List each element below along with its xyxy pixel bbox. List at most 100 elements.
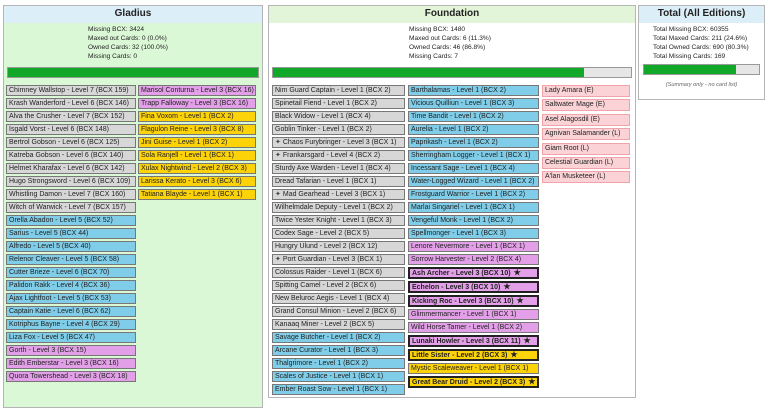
card-item[interactable]: Cutter Brieze - Level 6 (BCX 70) xyxy=(6,267,136,278)
card-item[interactable]: Frostguard Warrior - Level 1 (BCX 2) xyxy=(408,189,539,200)
missing-card-item[interactable]: Giam Root (L) xyxy=(542,142,630,155)
card-item[interactable]: Ajax Lightfoot - Level 5 (BCX 53) xyxy=(6,293,136,304)
gladius-card-column-1: Chimney Wallstop - Level 7 (BCX 159) Kras… xyxy=(6,85,136,384)
card-item[interactable]: Gorth - Level 3 (BCX 15) xyxy=(6,345,136,356)
card-item[interactable]: Hungry Ulund - Level 2 (BCX 12) xyxy=(272,241,405,252)
card-item[interactable]: Kotriphus Bayne - Level 4 (BCX 29) xyxy=(6,319,136,330)
card-item[interactable]: Katreba Gobson - Level 6 (BCX 140) xyxy=(6,150,136,161)
card-item[interactable]: Krash Wanderford - Level 6 (BCX 146) xyxy=(6,98,136,109)
card-label: Wild Horse Tamer - Level 1 (BCX 2) xyxy=(411,324,523,331)
card-item[interactable]: Arcane Curator - Level 1 (BCX 3) xyxy=(272,345,405,356)
card-item[interactable]: Sturdy Axe Warden - Level 1 (BCX 4) xyxy=(272,163,405,174)
foundation-card-column-2: Barthalamas - Level 1 (BCX 2) Vicious Qui… xyxy=(408,85,539,390)
card-item[interactable]: Grand Consul Minion - Level 2 (BCX 6) xyxy=(272,306,405,317)
card-item[interactable]: Marlai Singariel - Level 1 (BCX 1) xyxy=(408,202,539,213)
card-item[interactable]: Black Widow - Level 1 (BCX 4) xyxy=(272,111,405,122)
card-item[interactable]: Wilhelmdale Deputy - Level 1 (BCX 2) xyxy=(272,202,405,213)
gladius-title: Gladius xyxy=(4,6,262,23)
card-item[interactable]: Alva the Crusher - Level 7 (BCX 152) xyxy=(6,111,136,122)
card-item[interactable]: Captain Katie - Level 6 (BCX 62) xyxy=(6,306,136,317)
card-item[interactable]: Great Bear Druid - Level 2 (BCX 3) ★ xyxy=(408,376,539,388)
card-item[interactable]: ✦ Frankarsgard - Level 4 (BCX 2) xyxy=(272,150,405,161)
card-item[interactable]: Whistling Damon - Level 7 (BCX 160) xyxy=(6,189,136,200)
card-item[interactable]: Savage Butcher - Level 1 (BCX 2) xyxy=(272,332,405,343)
card-item[interactable]: Codex Sage - Level 2 (BCX 5) xyxy=(272,228,405,239)
card-item[interactable]: Spellmonger - Level 1 (BCX 3) xyxy=(408,228,539,239)
missing-card-item[interactable]: Asel Alagosdil (E) xyxy=(542,113,630,126)
card-item[interactable]: Glimmermancer - Level 1 (BCX 1) xyxy=(408,309,539,320)
card-item[interactable]: Little Sister - Level 2 (BCX 3) ★ xyxy=(408,349,539,361)
card-item[interactable]: Palidon Rakk - Level 4 (BCX 36) xyxy=(6,280,136,291)
card-item[interactable]: Incessant Sage - Level 1 (BCX 4) xyxy=(408,163,539,174)
card-item[interactable]: Kanaaq Miner - Level 2 (BCX 5) xyxy=(272,319,405,330)
card-item[interactable]: Alfredo - Level 5 (BCX 40) xyxy=(6,241,136,252)
card-item[interactable]: Bertrol Gobson - Level 6 (BCX 125) xyxy=(6,137,136,148)
card-item[interactable]: Vicious Quilliun - Level 1 (BCX 3) xyxy=(408,98,539,109)
card-label: Paprikash - Level 1 (BCX 2) xyxy=(411,139,498,146)
card-item[interactable]: Echelon - Level 3 (BCX 10) ★ xyxy=(408,281,539,293)
card-item[interactable]: Paprikash - Level 1 (BCX 2) xyxy=(408,137,539,148)
card-item[interactable]: Vengeful Monk - Level 1 (BCX 2) xyxy=(408,215,539,226)
card-item[interactable]: Hugo Strongsword - Level 6 (BCX 109) xyxy=(6,176,136,187)
card-item[interactable]: ✦ Chaos Furybringer - Level 3 (BCX 1) xyxy=(272,137,405,148)
card-item[interactable]: Nim Guard Captain - Level 1 (BCX 2) xyxy=(272,85,405,96)
gladius-progress-bar xyxy=(7,67,259,78)
card-item[interactable]: Fina Voxom - Level 1 (BCX 2) xyxy=(138,111,256,122)
card-item[interactable]: Ember Roast Sow - Level 1 (BCX 1) xyxy=(272,384,405,395)
card-item[interactable]: ✦ Port Guardian - Level 3 (BCX 1) xyxy=(272,254,405,265)
card-label: Relenor Cleaver - Level 5 (BCX 58) xyxy=(9,256,120,263)
missing-card-item[interactable]: Celestial Guardian (L) xyxy=(542,156,630,169)
card-item[interactable]: Spinetail Fiend - Level 1 (BCX 2) xyxy=(272,98,405,109)
card-label: Fina Voxom - Level 1 (BCX 2) xyxy=(141,113,234,120)
total-panel: Total (All Editions) Total Missing BCX: … xyxy=(638,5,765,100)
card-item[interactable]: Quora Towershead - Level 3 (BCX 18) xyxy=(6,371,136,382)
missing-card-item[interactable]: Saltwater Mage (E) xyxy=(542,99,630,112)
card-item[interactable]: Goblin Tinker - Level 1 (BCX 2) xyxy=(272,124,405,135)
card-item[interactable]: Twice Yester Knight - Level 1 (BCX 3) xyxy=(272,215,405,226)
card-item[interactable]: Lenore Nevermore - Level 1 (BCX 1) xyxy=(408,241,539,252)
card-item[interactable]: Helmet Kharafax - Level 6 (BCX 142) xyxy=(6,163,136,174)
card-item[interactable]: Tatiana Blayde - Level 1 (BCX 1) xyxy=(138,189,256,200)
card-item[interactable]: Trapp Falloway - Level 3 (BCX 16) xyxy=(138,98,256,109)
card-item[interactable]: Ash Archer - Level 3 (BCX 10) ★ xyxy=(408,267,539,279)
missing-card-item[interactable]: A'lan Musketeer (L) xyxy=(542,171,630,184)
card-item[interactable]: Thalgrimore - Level 1 (BCX 2) xyxy=(272,358,405,369)
card-item[interactable]: Sorrow Harvester - Level 2 (BCX 4) xyxy=(408,254,539,265)
card-item[interactable]: Larissa Kerato - Level 3 (BCX 6) xyxy=(138,176,256,187)
card-label: Incessant Sage - Level 1 (BCX 4) xyxy=(411,165,515,172)
card-item[interactable]: Flagulon Reine - Level 3 (BCX 8) xyxy=(138,124,256,135)
card-item[interactable]: Aurelia - Level 1 (BCX 2) xyxy=(408,124,539,135)
card-item[interactable]: Dread Tafarian - Level 1 (BCX 1) xyxy=(272,176,405,187)
card-item[interactable]: Colossus Raider - Level 1 (BCX 6) xyxy=(272,267,405,278)
card-label: Alfredo - Level 5 (BCX 40) xyxy=(9,243,91,250)
card-item[interactable]: Barthalamas - Level 1 (BCX 2) xyxy=(408,85,539,96)
card-item[interactable]: Mystic Scaleweaver - Level 1 (BCX 1) xyxy=(408,363,539,374)
missing-card-item[interactable]: Lady Amara (E) xyxy=(542,85,630,97)
card-item[interactable]: Water-Logged Wizard - Level 1 (BCX 2) xyxy=(408,176,539,187)
card-item[interactable]: Xulax Nightwind - Level 2 (BCX 3) xyxy=(138,163,256,174)
card-item[interactable]: Spitting Camel - Level 2 (BCX 6) xyxy=(272,280,405,291)
card-item[interactable]: Witch of Warwick - Level 7 (BCX 157) xyxy=(6,202,136,213)
card-item[interactable]: Orella Abadon - Level 5 (BCX 52) xyxy=(6,215,136,226)
card-item[interactable]: Jini Guise - Level 1 (BCX 2) xyxy=(138,137,256,148)
card-item[interactable]: Liza Fox - Level 5 (BCX 47) xyxy=(6,332,136,343)
card-item[interactable]: Relenor Cleaver - Level 5 (BCX 58) xyxy=(6,254,136,265)
card-item[interactable]: Wild Horse Tamer - Level 1 (BCX 2) xyxy=(408,322,539,333)
card-item[interactable]: New Beluroc Aegis - Level 1 (BCX 4) xyxy=(272,293,405,304)
card-item[interactable]: Chimney Wallstop - Level 7 (BCX 159) xyxy=(6,85,136,96)
card-item[interactable]: Kicking Roc - Level 3 (BCX 10) ★ xyxy=(408,295,539,307)
card-item[interactable]: Isgald Vorst - Level 6 (BCX 148) xyxy=(6,124,136,135)
card-item[interactable]: Time Bandit - Level 1 (BCX 2) xyxy=(408,111,539,122)
stat-line: Total Missing Cards: 169 xyxy=(653,53,726,60)
card-item[interactable]: ✦ Mad Gearhead - Level 3 (BCX 1) xyxy=(272,189,405,200)
card-label: Orella Abadon - Level 5 (BCX 52) xyxy=(9,217,113,224)
card-item[interactable]: Sherringham Logger - Level 1 (BCX 1) xyxy=(408,150,539,161)
missing-card-item[interactable]: Agnivan Salamander (L) xyxy=(542,128,630,141)
card-item[interactable]: Sola Ranjell - Level 1 (BCX 1) xyxy=(138,150,256,161)
card-item[interactable]: Lunaki Howler - Level 3 (BCX 11) ★ xyxy=(408,335,539,347)
card-item[interactable]: Scales of Justice - Level 1 (BCX 1) xyxy=(272,371,405,382)
card-item[interactable]: Marisol Conturna - Level 3 (BCX 16) xyxy=(138,85,256,96)
card-item[interactable]: Sarius - Level 5 (BCX 44) xyxy=(6,228,136,239)
spark-icon: ✦ xyxy=(275,191,281,198)
card-item[interactable]: Edith Emberstar - Level 3 (BCX 16) xyxy=(6,358,136,369)
